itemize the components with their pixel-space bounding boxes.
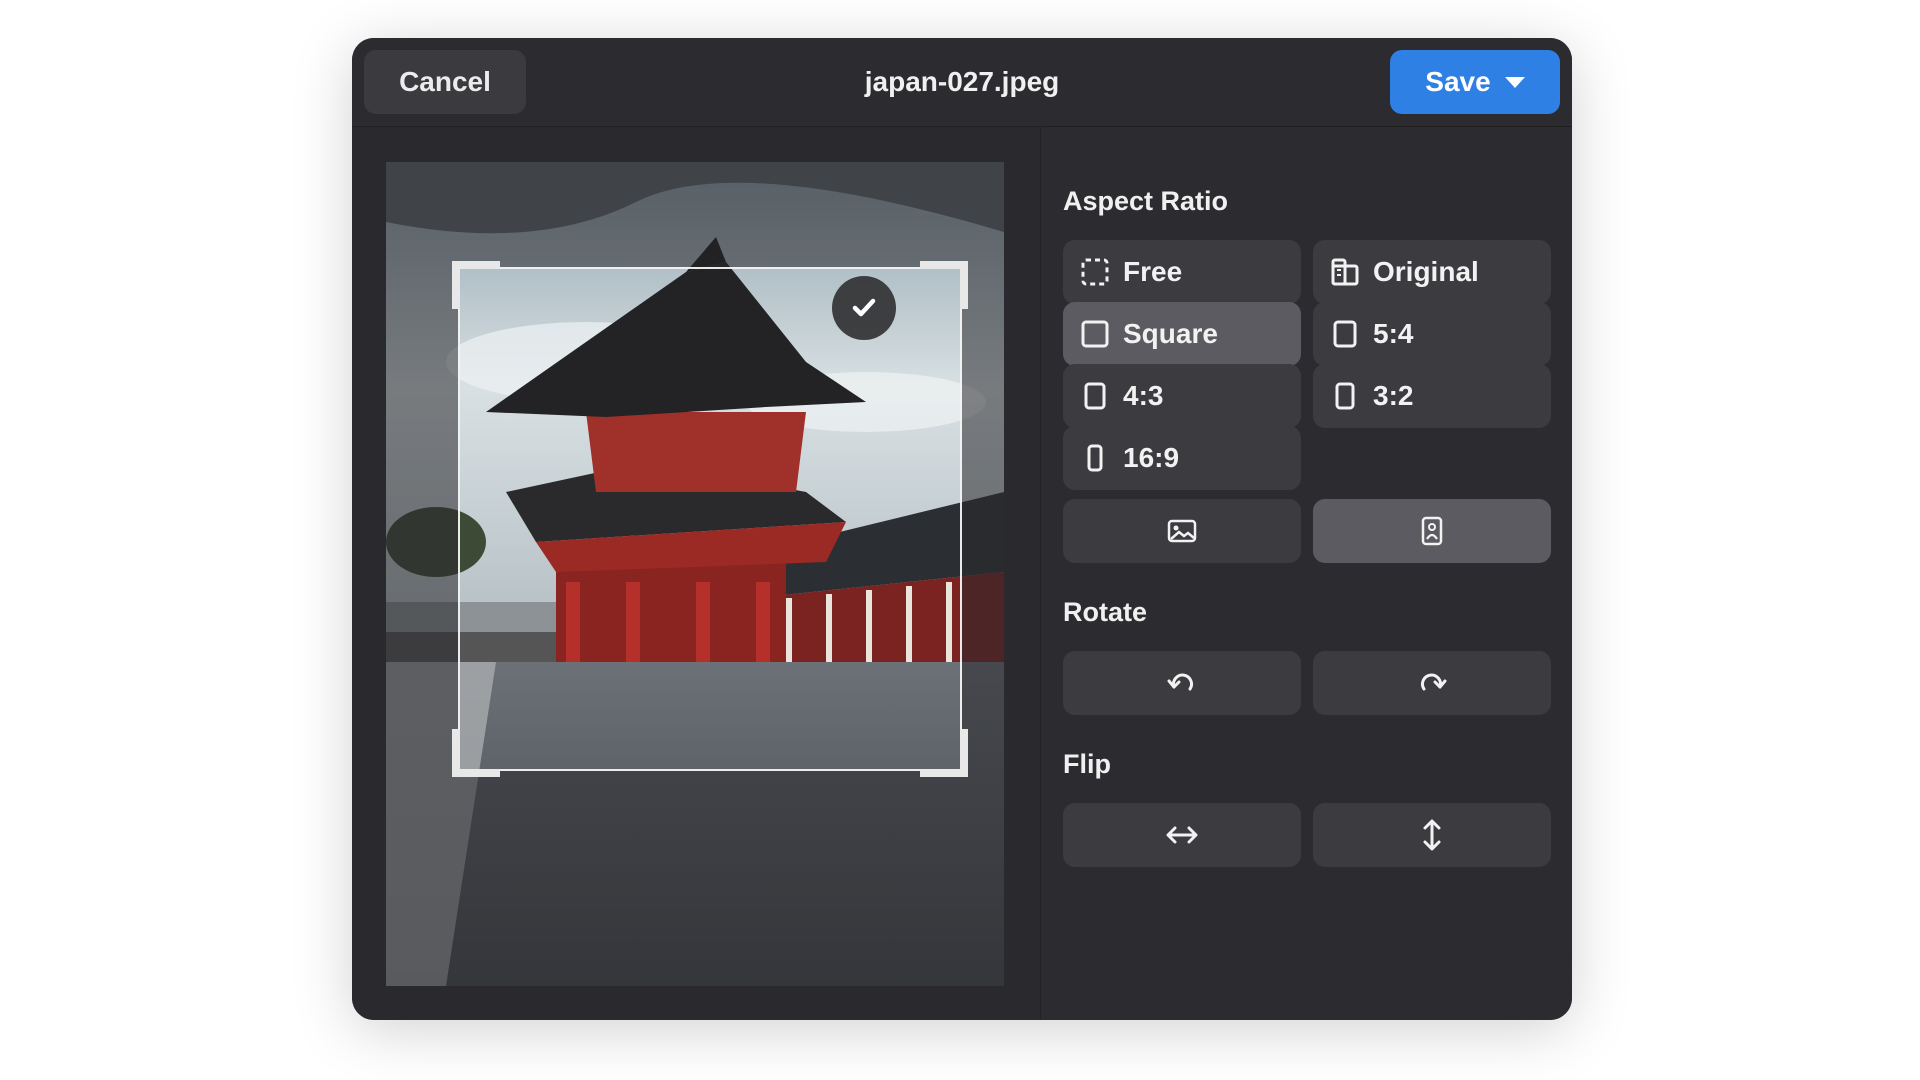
landscape-image-icon (1167, 519, 1197, 543)
aspect-option-label: Free (1123, 256, 1183, 287)
crop-handle-bottom-right[interactable] (920, 729, 968, 777)
aspect-option-label: 5:4 (1373, 318, 1414, 349)
aspect-option-square[interactable]: Square (1063, 302, 1301, 366)
portrait-rect-icon (1329, 318, 1361, 350)
confirm-crop-button[interactable] (832, 276, 896, 340)
aspect-option-5-4[interactable]: 5:4 (1313, 302, 1551, 366)
aspect-option-label: 16:9 (1123, 442, 1180, 473)
aspect-option-3-2[interactable]: 3:2 (1313, 364, 1551, 428)
portrait-rect-icon (1079, 380, 1111, 412)
square-icon (1079, 318, 1111, 350)
portrait-rect-icon (1079, 442, 1111, 474)
aspect-option-free[interactable]: Free (1063, 240, 1301, 304)
aspect-option-label: Square (1123, 318, 1218, 349)
original-ratio-icon (1329, 256, 1361, 288)
aspect-option-16-9[interactable]: 16:9 (1063, 426, 1301, 490)
crop-handle-bottom-left[interactable] (452, 729, 500, 777)
aspect-option-label: 3:2 (1373, 380, 1414, 411)
aspect-option-4-3[interactable]: 4:3 (1063, 364, 1301, 428)
aspect-ratio-title: Aspect Ratio (1063, 186, 1229, 216)
flip-vertical-button[interactable] (1313, 803, 1551, 867)
orientation-landscape-button[interactable] (1063, 499, 1301, 563)
crop-handle-top-left[interactable] (452, 261, 500, 309)
aspect-option-label: 4:3 (1123, 380, 1164, 411)
crop-canvas (352, 127, 1040, 1020)
settings-panel: Aspect Ratio Free Original Square 5:4 4:… (1040, 127, 1572, 1020)
chevron-down-icon[interactable] (1504, 76, 1525, 88)
file-title: japan-027.jpeg (864, 66, 1060, 97)
rotate-right-icon (1421, 673, 1447, 691)
portrait-rect-icon (1329, 380, 1361, 412)
rotate-left-button[interactable] (1063, 651, 1301, 715)
rotate-left-icon (1167, 673, 1193, 691)
flip-vertical-icon (1423, 819, 1441, 851)
aspect-option-label: Original (1373, 256, 1479, 287)
save-label: Save (1425, 66, 1491, 97)
aspect-option-original[interactable]: Original (1313, 240, 1551, 304)
rotate-title: Rotate (1063, 597, 1148, 627)
dashed-square-icon (1079, 256, 1111, 288)
check-icon (852, 298, 876, 317)
rotate-right-button[interactable] (1313, 651, 1551, 715)
save-button[interactable]: Save (1390, 50, 1560, 114)
orientation-portrait-button[interactable] (1313, 499, 1551, 563)
crop-dialog: Cancel japan-027.jpeg Save Aspect Ratio … (352, 38, 1572, 1020)
crop-handle-top-right[interactable] (920, 261, 968, 309)
flip-horizontal-button[interactable] (1063, 803, 1301, 867)
flip-horizontal-icon (1166, 826, 1198, 844)
dialog-header: Cancel japan-027.jpeg Save (352, 38, 1572, 127)
cancel-button[interactable]: Cancel (364, 50, 526, 114)
photo-preview (386, 162, 1004, 986)
flip-title: Flip (1063, 749, 1111, 779)
portrait-image-icon (1421, 516, 1443, 546)
crop-frame[interactable] (452, 261, 968, 777)
